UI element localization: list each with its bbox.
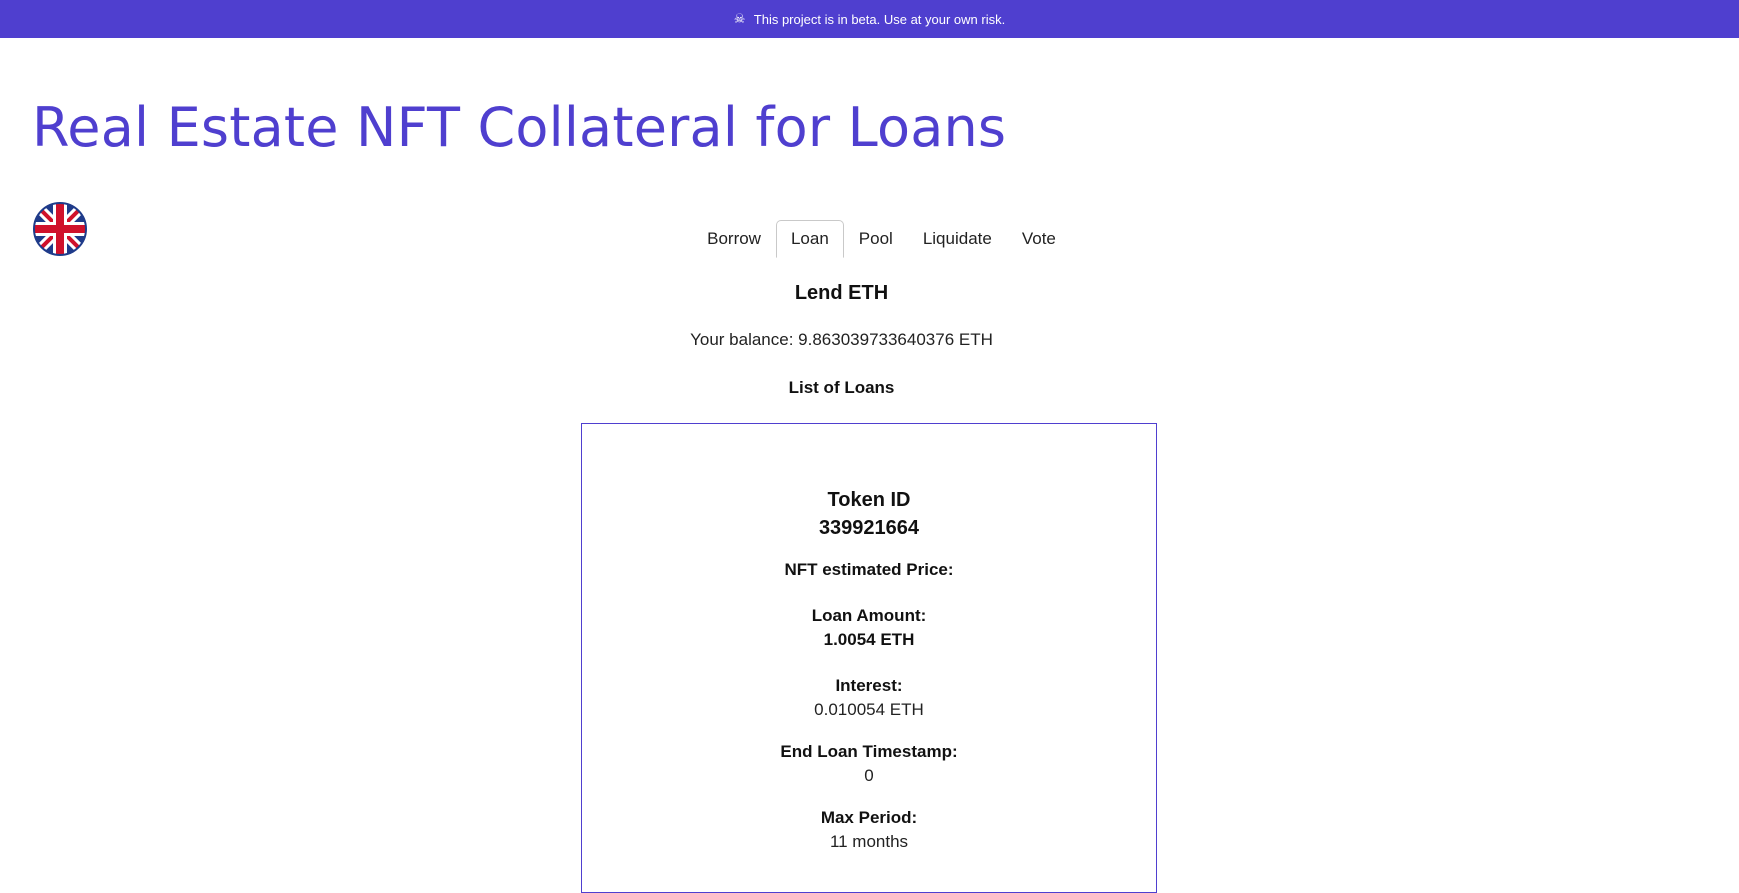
skull-icon: ☠ (733, 11, 746, 26)
end-timestamp-label: End Loan Timestamp: (780, 742, 958, 761)
loan-amount-label: Loan Amount: (811, 606, 927, 625)
end-timestamp-field: End Loan Timestamp: 0 (582, 740, 1156, 788)
interest-label: Interest: (835, 676, 903, 695)
beta-banner-text: This project is in beta. Use at your own… (753, 11, 1006, 27)
loan-amount-value: 1.0054 ETH (823, 630, 915, 649)
loan-card: Token ID 339921664 NFT estimated Price: … (581, 423, 1157, 893)
beta-banner: ☠ This project is in beta. Use at your o… (0, 0, 1739, 38)
tab-vote[interactable]: Vote (1007, 220, 1071, 258)
loan-amount-field: Loan Amount: 1.0054 ETH (582, 604, 1156, 652)
interest-value: 0.010054 ETH (814, 700, 924, 719)
max-period-label: Max Period: (820, 808, 918, 827)
balance-text: Your balance: 9.863039733640376 ETH (690, 330, 993, 349)
end-timestamp-value: 0 (864, 766, 874, 785)
section-title: Lend ETH (794, 282, 889, 304)
tab-borrow[interactable]: Borrow (692, 220, 776, 258)
max-period-value: 11 months (829, 832, 909, 851)
interest-field: Interest: 0.010054 ETH (582, 674, 1156, 722)
main-tabs: Borrow Loan Pool Liquidate Vote (0, 220, 1739, 258)
nft-price-field: NFT estimated Price: (582, 558, 1156, 582)
list-title: List of Loans (788, 378, 895, 397)
token-id-value: 339921664 (818, 517, 920, 539)
tab-pool[interactable]: Pool (844, 220, 908, 258)
nft-price-label: NFT estimated Price: (784, 560, 954, 579)
max-period-field: Max Period: 11 months (582, 806, 1156, 854)
page-title: Real Estate NFT Collateral for Loans (32, 96, 1007, 159)
tab-loan[interactable]: Loan (775, 220, 844, 258)
tab-liquidate[interactable]: Liquidate (908, 220, 1007, 258)
token-id-label: Token ID (827, 489, 911, 511)
